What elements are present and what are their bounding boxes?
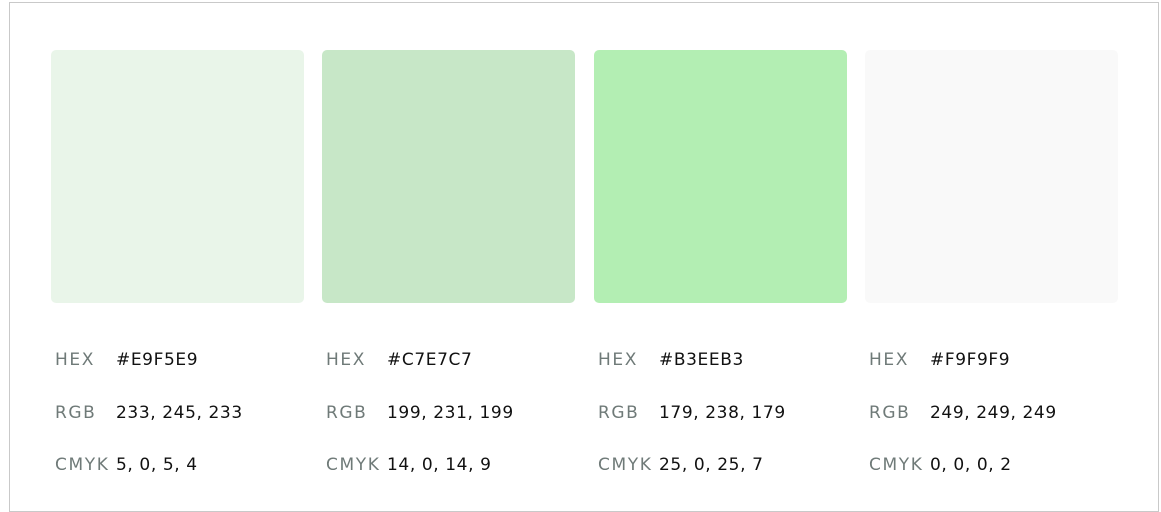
cmyk-label: CMYK	[869, 455, 924, 475]
color-swatch[interactable]	[51, 50, 304, 303]
color-card: HEX #B3EEB3 RGB 179, 238, 179 CMYK 25, 0…	[594, 50, 847, 475]
cmyk-value[interactable]: 5, 0, 5, 4	[116, 453, 198, 477]
color-card: HEX #F9F9F9 RGB 249, 249, 249 CMYK 0, 0,…	[865, 50, 1118, 475]
hex-label: HEX	[869, 350, 909, 370]
cmyk-value[interactable]: 14, 0, 14, 9	[387, 453, 492, 477]
hex-value[interactable]: #E9F5E9	[116, 348, 198, 372]
rgb-value[interactable]: 249, 249, 249	[930, 401, 1057, 425]
rgb-label: RGB	[55, 403, 97, 423]
hex-label: HEX	[55, 350, 95, 370]
hex-value[interactable]: #F9F9F9	[930, 348, 1010, 372]
cmyk-label: CMYK	[55, 455, 110, 475]
rgb-label: RGB	[326, 403, 368, 423]
hex-label: HEX	[598, 350, 638, 370]
rgb-value[interactable]: 199, 231, 199	[387, 401, 514, 425]
cmyk-label: CMYK	[598, 455, 653, 475]
hex-value[interactable]: #C7E7C7	[387, 348, 472, 372]
color-card: HEX #E9F5E9 RGB 233, 245, 233 CMYK 5, 0,…	[51, 50, 304, 475]
palette-panel: HEX #E9F5E9 RGB 233, 245, 233 CMYK 5, 0,…	[9, 2, 1159, 512]
cmyk-label: CMYK	[326, 455, 381, 475]
rgb-value[interactable]: 179, 238, 179	[659, 401, 786, 425]
color-swatch[interactable]	[322, 50, 575, 303]
color-swatch[interactable]	[594, 50, 847, 303]
hex-label: HEX	[326, 350, 366, 370]
rgb-label: RGB	[869, 403, 911, 423]
hex-value[interactable]: #B3EEB3	[659, 348, 744, 372]
cmyk-value[interactable]: 25, 0, 25, 7	[659, 453, 764, 477]
rgb-label: RGB	[598, 403, 640, 423]
cmyk-value[interactable]: 0, 0, 0, 2	[930, 453, 1012, 477]
rgb-value[interactable]: 233, 245, 233	[116, 401, 243, 425]
color-swatch[interactable]	[865, 50, 1118, 303]
color-card: HEX #C7E7C7 RGB 199, 231, 199 CMYK 14, 0…	[322, 50, 575, 475]
